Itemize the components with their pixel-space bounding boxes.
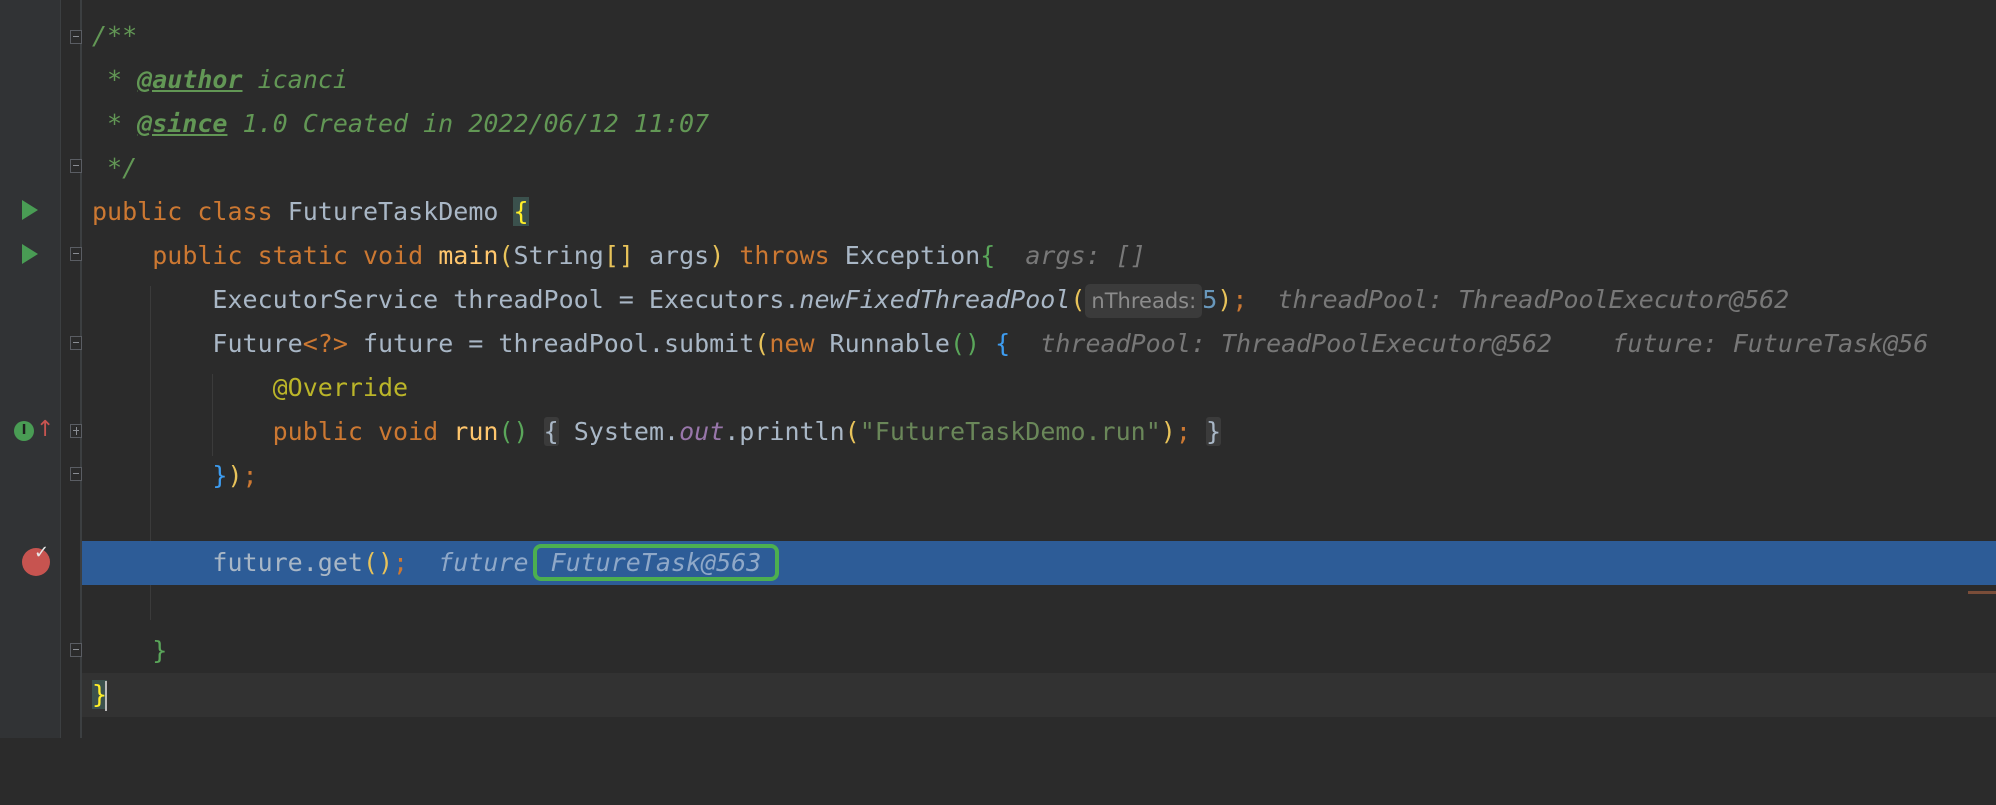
inline-value-name: future [438, 548, 529, 577]
fold-marker[interactable] [70, 643, 82, 657]
keyword: public [92, 197, 183, 226]
code-line[interactable]: } [82, 629, 1996, 673]
paren: () [949, 329, 981, 358]
code-text: .println [724, 417, 845, 446]
code-text: ExecutorService threadPool = Executors. [212, 285, 800, 314]
fold-marker[interactable] [70, 336, 82, 350]
paren: ) [227, 461, 243, 490]
code-text: future = threadPool.submit [347, 329, 755, 358]
semicolon: ; [242, 461, 258, 490]
paren: ( [498, 241, 514, 270]
inline-value-hint: threadPool: ThreadPoolExecutor@562 [1277, 285, 1790, 314]
code-text: future.get [212, 548, 363, 577]
fold-marker[interactable] [70, 159, 82, 173]
code-line[interactable]: */ [82, 146, 1996, 190]
inline-value-hint: args: [] [1025, 241, 1146, 270]
param: args [633, 241, 710, 270]
javadoc-tag: @since [137, 109, 228, 138]
keyword: class [197, 197, 273, 226]
string-literal: "FutureTaskDemo.run" [859, 417, 1161, 446]
type: Runnable [814, 329, 950, 358]
javadoc-tag: @author [137, 65, 243, 94]
keyword: throws [739, 241, 830, 270]
comment: /** [92, 21, 138, 50]
brace: { [980, 241, 996, 270]
inline-value-hint: future: FutureTask@56 [1612, 329, 1929, 358]
run-icon[interactable] [22, 200, 38, 220]
fold-expand-marker[interactable] [70, 424, 82, 438]
keyword: void [362, 241, 424, 270]
code-line[interactable] [82, 585, 1996, 629]
inline-value-hint: threadPool: ThreadPoolExecutor@562 [1040, 329, 1553, 358]
folded-brace[interactable]: } [1205, 417, 1222, 446]
fold-gutter[interactable] [60, 0, 81, 738]
comment: * [92, 65, 138, 94]
code-line[interactable]: Future<?> future = threadPool.submit(new… [82, 322, 1996, 366]
caret-line[interactable]: } [82, 673, 1996, 717]
paren: ( [844, 417, 860, 446]
comment: 1.0 Created in 2022/06/12 11:07 [227, 109, 710, 138]
fold-marker[interactable] [70, 30, 82, 44]
brace: } [212, 461, 228, 490]
comment: icanci [242, 65, 348, 94]
code-line[interactable]: public static void main(String[] args) t… [82, 234, 1996, 278]
class-name: FutureTaskDemo [287, 197, 499, 226]
code-line[interactable]: ExecutorService threadPool = Executors.n… [82, 278, 1996, 322]
code-line[interactable]: public class FutureTaskDemo { [82, 190, 1996, 234]
comment: * [92, 109, 138, 138]
semicolon: ; [1175, 417, 1191, 446]
code-line[interactable]: * @author icanci [82, 58, 1996, 102]
type: Exception [844, 241, 981, 270]
error-stripe-marker[interactable] [1968, 591, 1996, 594]
execution-line[interactable]: future.get(); future FutureTask@563 [82, 541, 1996, 585]
text-caret [105, 681, 108, 711]
arrow-up-icon[interactable]: ↑ [36, 419, 54, 441]
static-field: out [679, 417, 725, 446]
bracket: [] [603, 241, 634, 270]
fold-marker[interactable] [70, 247, 82, 261]
generic: <?> [302, 329, 348, 358]
code-line[interactable]: }); [82, 454, 1996, 498]
code-line[interactable]: @Override [82, 366, 1996, 410]
parameter-hint: nThreads: [1085, 284, 1203, 318]
code-editor[interactable]: I ↑ ✓ /** * @author icanci * @since 1.0 … [0, 0, 1996, 738]
type: String [513, 241, 604, 270]
comment: */ [92, 153, 138, 182]
folded-brace[interactable]: { [543, 417, 559, 446]
code-line[interactable]: /** [82, 14, 1996, 58]
brace: { [513, 197, 529, 226]
inline-value-highlight[interactable]: FutureTask@563 [532, 544, 780, 581]
code-line[interactable] [82, 498, 1996, 542]
keyword: public [272, 417, 363, 446]
paren: ( [754, 329, 770, 358]
semicolon: ; [1232, 285, 1248, 314]
brace: } [152, 636, 168, 665]
brace: { [995, 329, 1011, 358]
paren: ( [1070, 285, 1086, 314]
fold-marker[interactable] [70, 467, 82, 481]
keyword: new [769, 329, 815, 358]
run-icon[interactable] [22, 244, 38, 264]
annotation: @Override [272, 373, 409, 402]
type: Future [212, 329, 303, 358]
code-line[interactable]: * @since 1.0 Created in 2022/06/12 11:07 [82, 102, 1996, 146]
paren: ) [709, 241, 725, 270]
gutter[interactable] [0, 0, 60, 738]
paren: ) [1160, 417, 1176, 446]
paren: ) [1217, 285, 1233, 314]
paren: () [498, 417, 529, 446]
code-line[interactable]: public void run() { System.out.println("… [82, 410, 1996, 454]
keyword: void [378, 417, 439, 446]
implements-icon[interactable]: I [14, 421, 34, 441]
method-name: main [438, 241, 499, 270]
keyword: static [257, 241, 348, 270]
method-name: run [453, 417, 499, 446]
semicolon: ; [393, 548, 409, 577]
method-call: newFixedThreadPool [799, 285, 1071, 314]
number: 5 [1202, 285, 1218, 314]
checkmark-icon: ✓ [34, 542, 50, 563]
paren: () [362, 548, 394, 577]
keyword: public [152, 241, 243, 270]
code-text: System. [558, 417, 680, 446]
